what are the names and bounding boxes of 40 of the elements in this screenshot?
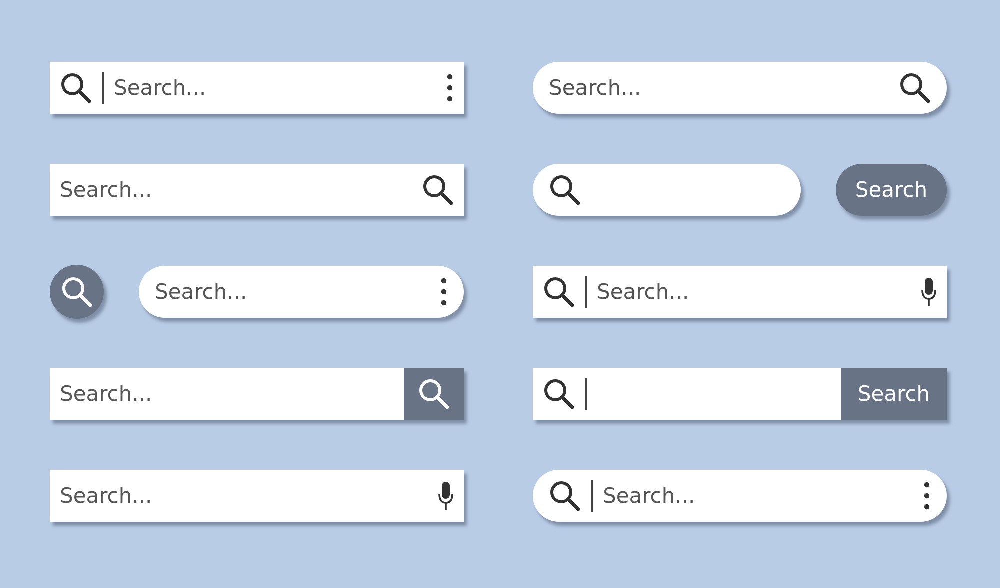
search-icon	[422, 174, 454, 206]
search-field[interactable]: Search	[533, 368, 947, 420]
search-icon	[60, 72, 92, 104]
search-button[interactable]: Search	[841, 368, 947, 420]
search-button[interactable]: Search	[836, 164, 947, 216]
search-icon	[549, 480, 581, 512]
search-icon	[61, 276, 93, 308]
search-field[interactable]: Search...	[50, 470, 464, 522]
search-field[interactable]: Search...	[50, 164, 464, 216]
search-input[interactable]: Search...	[597, 276, 911, 308]
search-input[interactable]: Search...	[60, 480, 428, 512]
text-cursor	[585, 378, 587, 410]
text-cursor	[585, 276, 587, 308]
search-input[interactable]: Search...	[60, 174, 412, 206]
search-input[interactable]: Search...	[114, 72, 436, 104]
search-field[interactable]: Search...	[50, 62, 464, 114]
microphone-icon[interactable]	[438, 481, 454, 511]
search-input[interactable]: Search...	[155, 276, 430, 308]
search-button[interactable]	[404, 368, 464, 420]
search-icon	[549, 174, 581, 206]
more-options-icon[interactable]	[440, 277, 448, 307]
text-cursor	[102, 72, 104, 104]
search-icon	[543, 276, 575, 308]
text-cursor	[591, 480, 593, 512]
search-field[interactable]	[533, 164, 801, 216]
microphone-icon[interactable]	[921, 277, 937, 307]
search-field[interactable]: Search...	[50, 368, 464, 420]
search-icon	[418, 378, 450, 410]
search-field[interactable]: Search...	[533, 62, 947, 114]
more-options-icon[interactable]	[446, 73, 454, 103]
search-field[interactable]: Search...	[533, 470, 947, 522]
search-icon	[543, 378, 575, 410]
search-input[interactable]: Search...	[60, 378, 394, 410]
search-button[interactable]	[50, 265, 104, 319]
search-field[interactable]: Search...	[139, 266, 464, 318]
search-icon	[899, 72, 931, 104]
search-field[interactable]: Search...	[533, 266, 947, 318]
more-options-icon[interactable]	[923, 481, 931, 511]
search-input[interactable]: Search...	[549, 72, 889, 104]
search-input[interactable]: Search...	[603, 480, 913, 512]
